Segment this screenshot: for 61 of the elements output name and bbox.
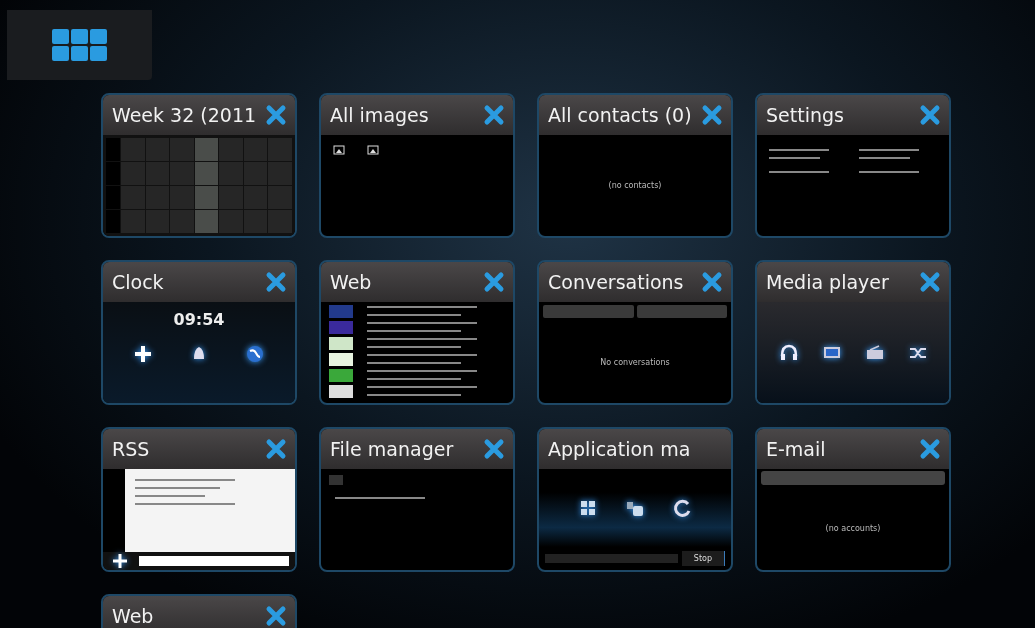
window-title: Clock xyxy=(112,271,164,293)
app-window-card[interactable]: Web xyxy=(101,594,297,628)
close-icon[interactable] xyxy=(919,104,941,126)
window-title: All contacts (0) xyxy=(548,104,692,126)
page-thumbnail xyxy=(329,336,353,350)
empty-message: (no contacts) xyxy=(608,181,662,190)
clock-time: 09:54 xyxy=(173,310,225,329)
app-window-card[interactable]: All contacts (0) (no contacts) xyxy=(537,93,733,238)
close-icon[interactable] xyxy=(483,104,505,126)
window-title: Media player xyxy=(766,271,889,293)
window-title: File manager xyxy=(330,438,454,460)
page-thumbnail xyxy=(329,384,353,398)
image-icon xyxy=(333,145,345,155)
close-icon[interactable] xyxy=(265,104,287,126)
address-field[interactable] xyxy=(139,556,289,566)
window-title: E-mail xyxy=(766,438,826,460)
text-lines-drawing xyxy=(769,171,829,173)
empty-message: (no accounts) xyxy=(825,524,881,533)
app-window-card[interactable]: Settings xyxy=(755,93,951,238)
app-grid-button[interactable] xyxy=(7,10,152,80)
image-icon xyxy=(367,145,379,155)
app-window-card[interactable]: All images xyxy=(319,93,515,238)
window-title: Web xyxy=(330,271,372,293)
app-window-card[interactable]: Web xyxy=(319,260,515,405)
app-grid-icon xyxy=(52,29,108,61)
text-lines-drawing xyxy=(859,149,919,159)
window-title: All images xyxy=(330,104,429,126)
text-lines-drawing xyxy=(769,149,829,159)
page-thumbnail xyxy=(329,352,353,366)
window-title: RSS xyxy=(112,438,150,460)
app-window-card[interactable]: Media player xyxy=(755,260,951,405)
close-icon[interactable] xyxy=(483,271,505,293)
close-icon[interactable] xyxy=(265,438,287,460)
app-window-card[interactable]: Clock 09:54 xyxy=(101,260,297,405)
app-window-card[interactable]: Week 32 (2011 xyxy=(101,93,297,238)
close-icon[interactable] xyxy=(265,605,287,627)
close-icon[interactable] xyxy=(701,104,723,126)
app-window-card[interactable]: RSS xyxy=(101,427,297,572)
text-lines-drawing xyxy=(859,171,919,173)
app-window-card[interactable]: Conversations No conversations xyxy=(537,260,733,405)
window-title: Web xyxy=(112,605,154,627)
empty-message: No conversations xyxy=(600,357,670,367)
plus-icon xyxy=(132,343,154,365)
page-thumbnail xyxy=(329,320,353,334)
window-title: Settings xyxy=(766,104,844,126)
close-icon[interactable] xyxy=(483,438,505,460)
page-thumbnail xyxy=(329,304,353,318)
app-window-card[interactable]: File manager xyxy=(319,427,515,572)
window-title: Application ma xyxy=(548,438,691,460)
stop-button[interactable]: Stop xyxy=(681,551,725,566)
close-icon[interactable] xyxy=(919,271,941,293)
close-icon[interactable] xyxy=(701,271,723,293)
close-icon[interactable] xyxy=(265,271,287,293)
globe-icon xyxy=(244,343,266,365)
app-window-card[interactable]: E-mail (no accounts) xyxy=(755,427,951,572)
window-title: Conversations xyxy=(548,271,684,293)
close-icon[interactable] xyxy=(919,438,941,460)
page-thumbnail xyxy=(329,368,353,382)
app-window-card[interactable]: Application ma Stop xyxy=(537,427,733,572)
folder-icon xyxy=(329,475,343,485)
window-title: Week 32 (2011 xyxy=(112,104,257,126)
